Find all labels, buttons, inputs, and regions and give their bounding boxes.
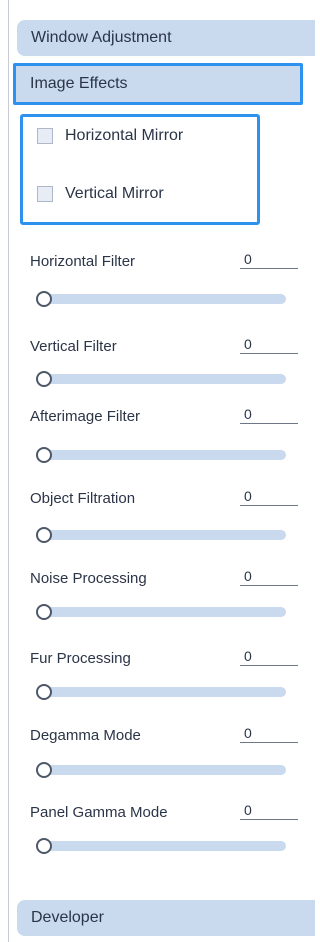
noise-processing-input[interactable]: [240, 566, 298, 586]
panel-gamma-mode-slider-handle[interactable]: [36, 838, 52, 854]
vertical-mirror-option[interactable]: Vertical Mirror: [37, 185, 164, 203]
panel-gamma-mode-slider-track[interactable]: [38, 841, 286, 851]
horizontal-filter-input[interactable]: [240, 249, 298, 269]
vertical-filter-input[interactable]: [240, 334, 298, 354]
vertical-filter-slider-track[interactable]: [38, 374, 286, 384]
horizontal-filter-slider-track[interactable]: [38, 294, 286, 304]
section-window-adjustment-label: Window Adjustment: [31, 29, 172, 46]
afterimage-filter-label: Afterimage Filter: [30, 408, 141, 425]
vertical-filter-label: Vertical Filter: [30, 338, 117, 355]
noise-processing-slider-handle[interactable]: [36, 604, 52, 620]
horizontal-mirror-checkbox[interactable]: [37, 128, 53, 144]
degamma-mode-slider-handle[interactable]: [36, 762, 52, 778]
degamma-mode-slider-track[interactable]: [38, 765, 286, 775]
vertical-mirror-checkbox[interactable]: [37, 186, 53, 202]
vertical-mirror-label: Vertical Mirror: [65, 185, 164, 202]
panel-left-border: [8, 0, 9, 942]
degamma-mode-input[interactable]: [240, 723, 298, 743]
section-image-effects[interactable]: Image Effects: [13, 63, 303, 105]
fur-processing-label: Fur Processing: [30, 650, 131, 667]
vertical-filter-slider-handle[interactable]: [36, 371, 52, 387]
fur-processing-slider-handle[interactable]: [36, 684, 52, 700]
object-filtration-label: Object Filtration: [30, 490, 136, 507]
object-filtration-slider-track[interactable]: [38, 530, 286, 540]
horizontal-filter-label: Horizontal Filter: [30, 253, 136, 270]
panel-gamma-mode-label: Panel Gamma Mode: [30, 804, 168, 821]
degamma-mode-label: Degamma Mode: [30, 727, 141, 744]
image-effects-panel: Horizontal Mirror Vertical Mirror: [20, 114, 260, 225]
fur-processing-slider-track[interactable]: [38, 687, 286, 697]
afterimage-filter-input[interactable]: [240, 404, 298, 424]
section-image-effects-label: Image Effects: [30, 75, 128, 92]
horizontal-mirror-label: Horizontal Mirror: [65, 127, 184, 144]
section-window-adjustment[interactable]: Window Adjustment: [17, 20, 315, 56]
horizontal-mirror-option[interactable]: Horizontal Mirror: [37, 127, 183, 145]
afterimage-filter-slider-track[interactable]: [38, 450, 286, 460]
object-filtration-input[interactable]: [240, 486, 298, 506]
section-developer-label: Developer: [31, 909, 104, 926]
fur-processing-input[interactable]: [240, 646, 298, 666]
object-filtration-slider-handle[interactable]: [36, 527, 52, 543]
section-developer[interactable]: Developer: [17, 900, 315, 936]
panel-gamma-mode-input[interactable]: [240, 800, 298, 820]
noise-processing-label: Noise Processing: [30, 570, 147, 587]
horizontal-filter-slider-handle[interactable]: [36, 291, 52, 307]
noise-processing-slider-track[interactable]: [38, 607, 286, 617]
afterimage-filter-slider-handle[interactable]: [36, 447, 52, 463]
